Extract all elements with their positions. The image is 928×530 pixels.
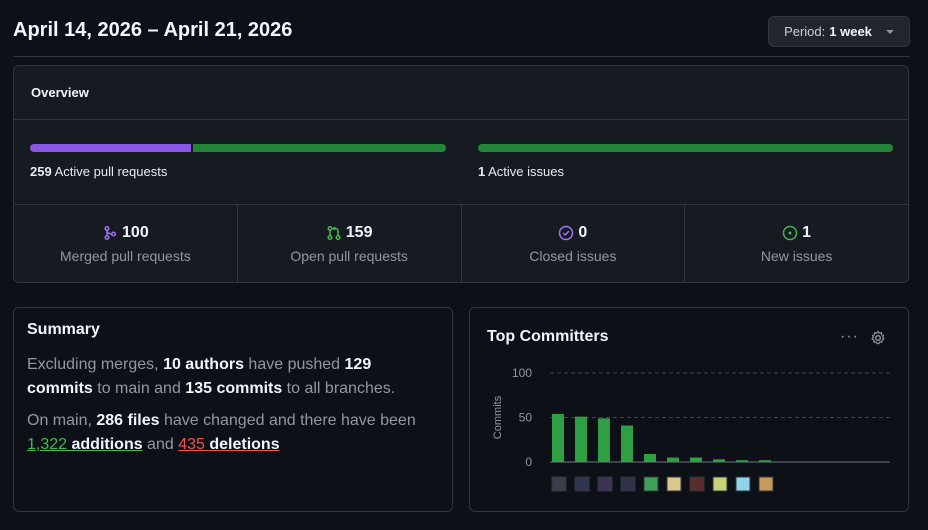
commits-count: 129 (344, 356, 372, 373)
period-prefix: Period: (784, 24, 826, 39)
committer-avatar (643, 476, 659, 492)
chart-bar (598, 418, 610, 462)
period-select-button[interactable]: Period: 1 week (768, 16, 910, 47)
y-tick-label: 100 (512, 366, 532, 380)
committer-avatar (758, 476, 774, 492)
authors-count[interactable]: 10 authors (163, 356, 244, 373)
issue-closed-icon (559, 225, 574, 240)
new-count: 1 (802, 223, 812, 241)
overview-title: Overview (14, 66, 908, 120)
summary-files-text: On main, 286 files have changed and ther… (27, 412, 416, 453)
chart-bar (690, 457, 702, 462)
open-count: 159 (345, 223, 373, 241)
commits-word: commits (27, 380, 93, 397)
active-issues-label: 1 Active issues (478, 164, 564, 179)
top-committers-panel: Top Committers ··· Commits 0 50 100 (469, 307, 909, 512)
committer-avatar (620, 476, 636, 492)
closed-count: 0 (578, 223, 588, 241)
issue-opened-icon (782, 225, 798, 240)
committer-avatar (574, 476, 590, 492)
committer-avatar (689, 476, 705, 492)
committer-avatar (712, 476, 728, 492)
merged-label: Merged pull requests (60, 247, 191, 264)
chart-bar (736, 460, 748, 462)
merge-icon (104, 225, 117, 240)
issues-progress-bar[interactable] (478, 144, 893, 152)
commits-bar-chart: Commits 0 50 100 (492, 366, 890, 492)
y-tick-label: 0 (525, 455, 532, 469)
pull-request-icon (327, 225, 341, 240)
pull-requests-progress-bar[interactable] (30, 144, 446, 152)
overview-panel: Overview 259 Active pull requests 1 Acti… (13, 65, 909, 283)
stat-merged-pull-requests[interactable]: 100 Merged pull requests (14, 205, 238, 282)
closed-label: Closed issues (529, 247, 617, 264)
chevron-down-icon (885, 29, 894, 34)
overview-bars: 259 Active pull requests 1 Active issues (14, 120, 908, 205)
all-branches-commits: 135 commits (185, 380, 283, 397)
chart-bar (644, 453, 656, 462)
chart-bar (667, 457, 679, 462)
files-count: 286 files (96, 412, 160, 429)
chart-bar (713, 459, 725, 462)
active-issues-count: 1 (478, 164, 486, 179)
y-axis-label: Commits (492, 395, 504, 439)
additions-link[interactable]: 1,322 additions (27, 436, 143, 453)
stats-row: 100 Merged pull requests 159 Open pull r… (14, 205, 908, 282)
stat-new-issues[interactable]: 1 New issues (685, 205, 908, 282)
new-issues-segment (478, 144, 893, 152)
open-segment (192, 144, 446, 152)
merged-count: 100 (122, 223, 149, 241)
page-title: April 14, 2026 – April 21, 2026 (13, 19, 293, 41)
active-pr-count: 259 (30, 164, 52, 179)
chart-bar (621, 425, 633, 462)
chart-bar (552, 413, 564, 462)
chart-bar (575, 416, 587, 462)
committer-avatar (666, 476, 682, 492)
divider (13, 56, 910, 57)
deletions-link[interactable]: 435 deletions (178, 436, 279, 453)
period-value: 1 week (829, 24, 872, 39)
active-issues-text: Active issues (488, 164, 565, 179)
committer-avatar (597, 476, 613, 492)
committer-avatar (735, 476, 751, 492)
summary-panel: Summary Excluding merges, 10 authors hav… (13, 307, 453, 512)
stat-closed-issues[interactable]: 0 Closed issues (462, 205, 686, 282)
stat-open-pull-requests[interactable]: 159 Open pull requests (238, 205, 462, 282)
new-label: New issues (760, 247, 833, 264)
open-label: Open pull requests (290, 247, 408, 264)
summary-commits-text: Excluding merges, 10 authors have pushed… (27, 356, 396, 397)
summary-title: Summary (27, 321, 100, 338)
chart-bar (759, 460, 771, 462)
active-pull-requests-label: 259 Active pull requests (30, 164, 167, 179)
merged-segment (30, 144, 191, 152)
y-tick-label: 50 (519, 411, 533, 425)
active-pr-text: Active pull requests (54, 164, 168, 179)
committer-avatar (551, 476, 567, 492)
